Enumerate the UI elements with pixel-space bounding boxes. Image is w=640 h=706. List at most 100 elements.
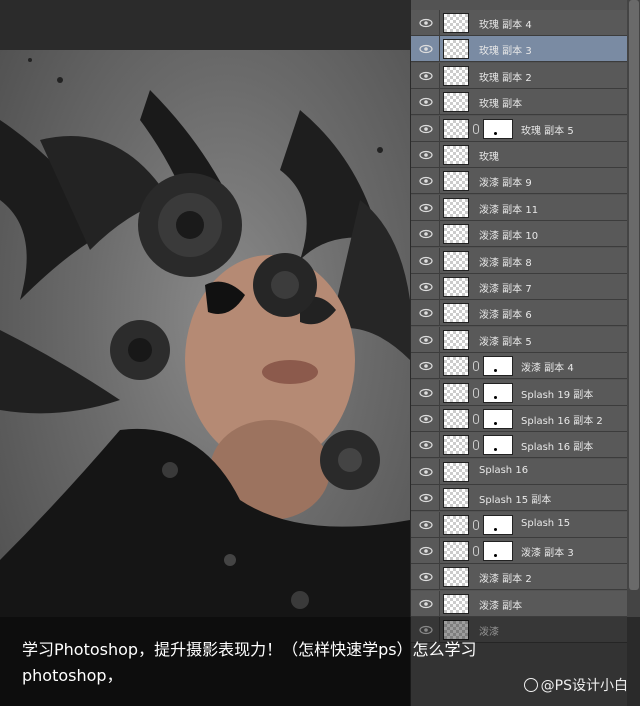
eye-visibility-icon[interactable] bbox=[419, 359, 433, 373]
eye-visibility-icon[interactable] bbox=[419, 386, 433, 400]
layer-row[interactable]: 玫瑰 副本 bbox=[411, 89, 627, 115]
layer-thumbnail[interactable] bbox=[443, 356, 469, 376]
eye-visibility-icon[interactable] bbox=[419, 465, 433, 479]
chain-link-icon[interactable] bbox=[473, 414, 479, 424]
chain-link-icon[interactable] bbox=[473, 440, 479, 450]
layer-mask-thumbnail[interactable] bbox=[483, 409, 513, 429]
layer-mask-thumbnail[interactable] bbox=[483, 541, 513, 561]
scrollbar-thumb[interactable] bbox=[629, 0, 639, 590]
divider bbox=[439, 195, 440, 221]
chain-link-icon[interactable] bbox=[473, 361, 479, 371]
layer-thumbnail[interactable] bbox=[443, 119, 469, 139]
eye-visibility-icon[interactable] bbox=[419, 597, 433, 611]
divider bbox=[439, 538, 440, 564]
layer-thumbnail[interactable] bbox=[443, 224, 469, 244]
layer-thumbnail[interactable] bbox=[443, 277, 469, 297]
watermark-text: @PS设计小白 bbox=[540, 678, 628, 694]
chain-link-icon[interactable] bbox=[473, 124, 479, 134]
layer-row[interactable]: 泼漆 副本 2 bbox=[411, 564, 627, 590]
layer-row[interactable]: 泼漆 副本 5 bbox=[411, 327, 627, 353]
eye-visibility-icon[interactable] bbox=[419, 280, 433, 294]
divider bbox=[439, 168, 440, 194]
layer-row[interactable]: Splash 15 bbox=[411, 512, 627, 538]
eye-visibility-icon[interactable] bbox=[419, 570, 433, 584]
layer-thumbnail[interactable] bbox=[443, 409, 469, 429]
eye-visibility-icon[interactable] bbox=[419, 438, 433, 452]
layer-thumbnail[interactable] bbox=[443, 567, 469, 587]
layer-thumbnail[interactable] bbox=[443, 488, 469, 508]
layer-thumbnail[interactable] bbox=[443, 171, 469, 191]
layer-row[interactable]: 玫瑰 bbox=[411, 142, 627, 168]
layer-row[interactable]: 泼漆 副本 8 bbox=[411, 248, 627, 274]
layer-name: 玫瑰 副本 5 bbox=[521, 126, 574, 137]
layer-row[interactable]: 玫瑰 副本 2 bbox=[411, 63, 627, 89]
layer-thumbnail[interactable] bbox=[443, 39, 469, 59]
layer-thumbnail[interactable] bbox=[443, 198, 469, 218]
layer-row[interactable]: Splash 16 副本 2 bbox=[411, 406, 627, 432]
layer-name: 泼漆 副本 5 bbox=[479, 337, 532, 348]
chain-link-icon[interactable] bbox=[473, 546, 479, 556]
layers-scrollbar[interactable] bbox=[627, 0, 640, 706]
layer-thumbnail[interactable] bbox=[443, 594, 469, 614]
layer-mask-thumbnail[interactable] bbox=[483, 435, 513, 455]
layer-thumbnail[interactable] bbox=[443, 462, 469, 482]
layer-thumbnail[interactable] bbox=[443, 330, 469, 350]
layer-mask-thumbnail[interactable] bbox=[483, 383, 513, 403]
layer-row[interactable]: Splash 19 副本 bbox=[411, 380, 627, 406]
layer-row[interactable]: 泼漆 副本 bbox=[411, 591, 627, 617]
layer-name: 泼漆 副本 6 bbox=[479, 310, 532, 321]
layer-row[interactable]: 泼漆 副本 6 bbox=[411, 300, 627, 326]
eye-visibility-icon[interactable] bbox=[419, 174, 433, 188]
layer-thumbnail[interactable] bbox=[443, 383, 469, 403]
layer-row[interactable]: 玫瑰 副本 5 bbox=[411, 116, 627, 142]
eye-visibility-icon[interactable] bbox=[419, 254, 433, 268]
layer-name: 泼漆 副本 9 bbox=[479, 178, 532, 189]
layer-mask-thumbnail[interactable] bbox=[483, 119, 513, 139]
eye-visibility-icon[interactable] bbox=[419, 412, 433, 426]
eye-visibility-icon[interactable] bbox=[419, 16, 433, 30]
layer-mask-thumbnail[interactable] bbox=[483, 515, 513, 535]
eye-visibility-icon[interactable] bbox=[419, 491, 433, 505]
eye-visibility-icon[interactable] bbox=[419, 42, 433, 56]
layer-thumbnail[interactable] bbox=[443, 541, 469, 561]
layer-thumbnail[interactable] bbox=[443, 515, 469, 535]
layer-row[interactable]: 泼漆 副本 11 bbox=[411, 195, 627, 221]
layer-row[interactable]: 泼漆 副本 7 bbox=[411, 274, 627, 300]
document-canvas[interactable] bbox=[0, 0, 410, 706]
layer-row[interactable]: 泼漆 副本 10 bbox=[411, 221, 627, 247]
layer-thumbnail[interactable] bbox=[443, 251, 469, 271]
mask-mark bbox=[494, 422, 497, 425]
eye-visibility-icon[interactable] bbox=[419, 333, 433, 347]
layer-name: Splash 16 副本 2 bbox=[521, 416, 603, 427]
layer-row[interactable]: 泼漆 副本 9 bbox=[411, 168, 627, 194]
layer-row[interactable]: 玫瑰 副本 4 bbox=[411, 10, 627, 36]
mask-mark bbox=[494, 369, 497, 372]
divider bbox=[439, 432, 440, 458]
divider bbox=[439, 116, 440, 142]
eye-visibility-icon[interactable] bbox=[419, 148, 433, 162]
eye-visibility-icon[interactable] bbox=[419, 95, 433, 109]
layer-thumbnail[interactable] bbox=[443, 435, 469, 455]
eye-visibility-icon[interactable] bbox=[419, 227, 433, 241]
layer-row[interactable]: 泼漆 副本 4 bbox=[411, 353, 627, 379]
eye-visibility-icon[interactable] bbox=[419, 518, 433, 532]
layer-row[interactable]: Splash 16 bbox=[411, 459, 627, 485]
eye-visibility-icon[interactable] bbox=[419, 201, 433, 215]
layer-row[interactable]: Splash 16 副本 bbox=[411, 432, 627, 458]
layer-thumbnail[interactable] bbox=[443, 66, 469, 86]
layer-thumbnail[interactable] bbox=[443, 13, 469, 33]
chain-link-icon[interactable] bbox=[473, 520, 479, 530]
layer-mask-thumbnail[interactable] bbox=[483, 356, 513, 376]
chain-link-icon[interactable] bbox=[473, 388, 479, 398]
divider bbox=[439, 327, 440, 353]
layer-row[interactable]: Splash 15 副本 bbox=[411, 485, 627, 511]
layer-thumbnail[interactable] bbox=[443, 303, 469, 323]
layer-thumbnail[interactable] bbox=[443, 145, 469, 165]
eye-visibility-icon[interactable] bbox=[419, 69, 433, 83]
eye-visibility-icon[interactable] bbox=[419, 544, 433, 558]
layer-row[interactable]: 玫瑰 副本 3 bbox=[411, 36, 627, 62]
layer-row[interactable]: 泼漆 副本 3 bbox=[411, 538, 627, 564]
eye-visibility-icon[interactable] bbox=[419, 306, 433, 320]
eye-visibility-icon[interactable] bbox=[419, 122, 433, 136]
layer-thumbnail[interactable] bbox=[443, 92, 469, 112]
